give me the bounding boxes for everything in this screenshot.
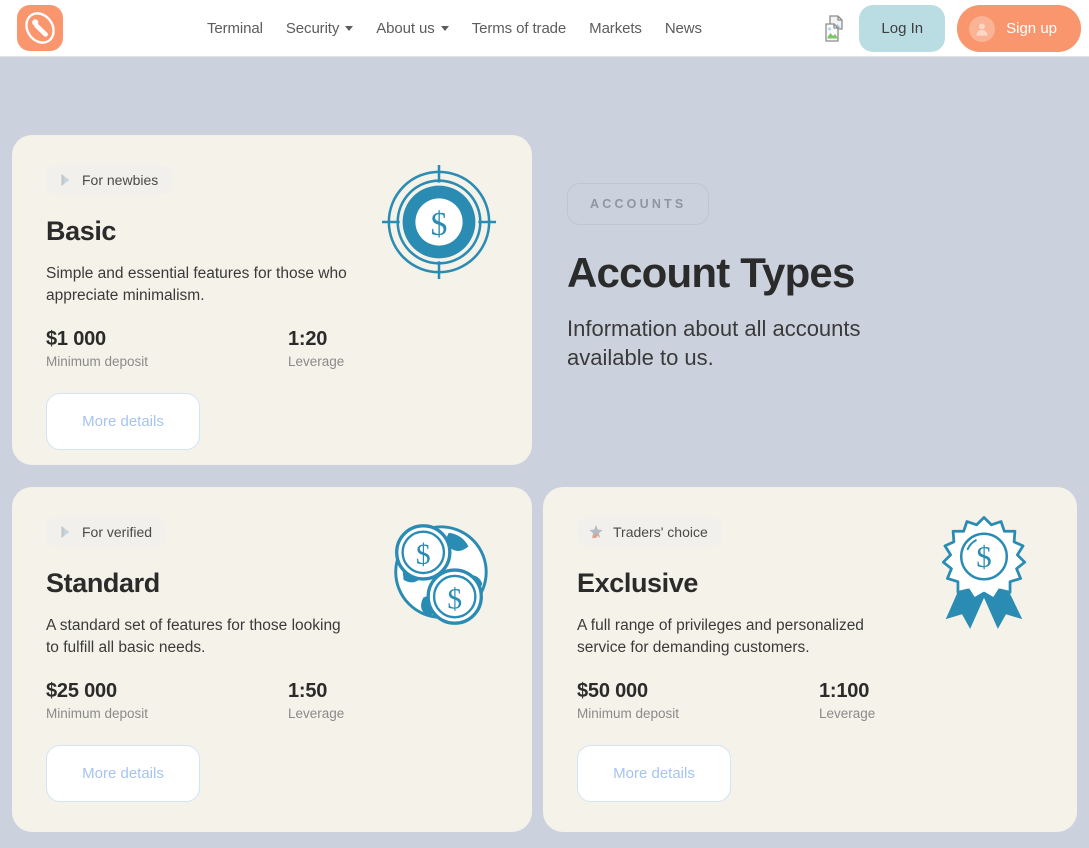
card-artwork: $ $	[380, 515, 498, 633]
shooting-star-icon	[589, 525, 603, 539]
stat-value: 1:100	[819, 680, 870, 702]
play-triangle-icon	[61, 174, 69, 186]
chevron-down-icon	[345, 25, 354, 31]
accounts-hero: ACCOUNTS Account Types Information about…	[543, 135, 1077, 465]
nav-item-label: Security	[285, 19, 340, 37]
stat-label: Leverage	[288, 354, 345, 369]
nav-item-terminal[interactable]: Terminal	[207, 20, 263, 37]
stat-value: 1:50	[288, 680, 328, 702]
globe-coins-icon: $ $	[394, 524, 488, 625]
status-badge: Traders' choice	[577, 517, 722, 547]
nav-item-label: Markets	[589, 19, 642, 37]
stat-leverage: 1:20 Leverage	[288, 328, 344, 369]
login-button[interactable]: Log In	[859, 5, 946, 52]
stat-label: Minimum deposit	[46, 706, 149, 721]
stat-minimum-deposit: $25 000 Minimum deposit	[46, 680, 288, 721]
more-details-button[interactable]: More details	[46, 745, 200, 802]
card-stats: $1 000 Minimum deposit 1:20 Leverage	[46, 328, 498, 369]
stat-leverage: 1:100 Leverage	[819, 680, 875, 721]
main-nav: Terminal Security About us Terms of trad…	[207, 20, 702, 37]
card-description: Simple and essential features for those …	[46, 265, 347, 304]
status-badge-label: For verified	[82, 524, 153, 540]
nav-item-label: Terms of trade	[471, 19, 567, 37]
stat-label: Leverage	[819, 706, 876, 721]
brand-logo-icon	[25, 12, 55, 44]
nav-item-label: Terminal	[207, 19, 263, 37]
account-card-standard[interactable]: For verified Standard A standard set of …	[12, 487, 532, 832]
stat-label: Minimum deposit	[577, 706, 680, 721]
chevron-down-icon	[440, 25, 449, 31]
card-artwork: $	[380, 163, 498, 281]
account-card-basic[interactable]: For newbies Basic Simple and essential f…	[12, 135, 532, 465]
signup-button-label: Sign up	[1006, 20, 1057, 37]
target-dollar-coin-icon: $	[381, 164, 497, 280]
stat-value: $1 000	[46, 328, 106, 350]
card-description: A full range of privileges and personali…	[577, 617, 864, 656]
stat-value: 1:20	[288, 328, 328, 350]
stat-value: $50 000	[577, 680, 648, 702]
card-stats: $25 000 Minimum deposit 1:50 Leverage	[46, 680, 498, 721]
signup-button[interactable]: Sign up	[957, 5, 1081, 52]
nav-item-markets[interactable]: Markets	[589, 20, 642, 37]
svg-text:$: $	[447, 583, 462, 615]
status-badge: For newbies	[46, 165, 173, 195]
site-header: Terminal Security About us Terms of trad…	[0, 0, 1089, 57]
stat-leverage: 1:50 Leverage	[288, 680, 344, 721]
svg-text:$: $	[416, 539, 431, 571]
user-avatar-icon	[969, 15, 996, 42]
svg-text:$: $	[431, 206, 448, 243]
brand-logo[interactable]	[17, 5, 63, 51]
page-subtitle: Information about all accounts available…	[567, 316, 861, 370]
header-actions: Log In Sign up	[823, 0, 1081, 57]
accounts-grid: For newbies Basic Simple and essential f…	[12, 135, 1077, 832]
nav-item-about-us[interactable]: About us	[376, 19, 449, 37]
stat-value: $25 000	[46, 680, 117, 702]
stat-label: Leverage	[288, 706, 345, 721]
stat-label: Minimum deposit	[46, 354, 149, 369]
more-details-button[interactable]: More details	[46, 393, 200, 450]
svg-text:$: $	[976, 539, 991, 574]
stat-minimum-deposit: $1 000 Minimum deposit	[46, 328, 288, 369]
page-title: Account Types	[567, 249, 855, 296]
nav-item-terms-of-trade[interactable]: Terms of trade	[471, 19, 567, 37]
stat-minimum-deposit: $50 000 Minimum deposit	[577, 680, 819, 721]
section-tag: ACCOUNTS	[567, 183, 710, 225]
nav-item-label: About us	[376, 19, 435, 37]
card-artwork: $	[925, 515, 1043, 633]
status-badge: For verified	[46, 517, 167, 547]
nav-item-news[interactable]: News	[665, 20, 702, 37]
status-badge-label: For newbies	[82, 172, 159, 188]
play-triangle-icon	[61, 526, 69, 538]
card-description: A standard set of features for those loo…	[46, 617, 341, 656]
account-card-exclusive[interactable]: Traders' choice Exclusive A full range o…	[543, 487, 1077, 832]
status-badge-label: Traders' choice	[613, 524, 708, 540]
more-details-button[interactable]: More details	[577, 745, 731, 802]
award-ribbon-dollar-icon: $	[941, 516, 1027, 629]
nav-item-label: News	[664, 19, 702, 37]
broken-image-icon	[825, 14, 844, 42]
page-body: For newbies Basic Simple and essential f…	[0, 57, 1089, 848]
nav-item-security[interactable]: Security	[285, 19, 354, 37]
card-stats: $50 000 Minimum deposit 1:100 Leverage	[577, 680, 1043, 721]
